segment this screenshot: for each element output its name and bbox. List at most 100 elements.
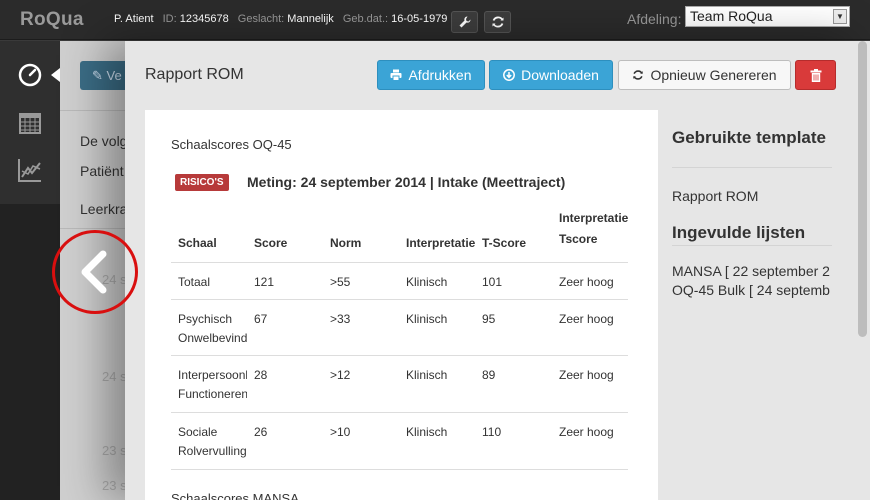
scrollbar[interactable] [858,41,867,337]
cell-tscore: 89 [475,355,552,413]
cell-text: Klinisch [406,311,448,326]
refresh-button[interactable] [484,11,511,33]
patient-dob-value: 16-05-1979 [391,13,448,25]
report-modal: Rapport ROM Afdrukken Downloaden Opnieuw… [125,41,870,500]
cell-text: Zeer hoog [559,367,614,382]
divider [60,110,130,111]
scores-table: Schaal Score Norm Interpretatie T-Score … [171,202,628,470]
column-header: Norm [323,202,399,263]
table-row: Sociale Rolvervulling 26 >10 Klinisch 11… [171,412,628,470]
table-row: Interpersoonlijk Functioneren 28 >12 Kli… [171,355,628,413]
chevron-left-icon [81,250,107,294]
delete-button[interactable] [795,60,836,90]
column-header: Schaal [171,202,247,263]
column-header: Interpretatie Tscore [552,202,628,263]
cell-text: 121 [254,274,275,289]
cell-norm: >12 [323,355,399,413]
cell-text: Totaal [178,274,211,289]
cell-scale: Totaal [171,262,247,300]
background-date: 23 s [102,478,127,493]
cell-text: Klinisch [406,424,448,439]
cell-norm: >33 [323,299,399,356]
cell-text: 95 [482,311,496,326]
cell-text: >10 [330,424,351,439]
cell-interpretation: Klinisch [399,412,475,470]
wrench-icon [459,16,471,28]
column-header: T-Score [475,202,552,263]
cell-text: >33 [330,311,351,326]
regenerate-button-label: Opnieuw Genereren [650,67,777,83]
side-nav-lower [0,204,60,500]
template-heading: Gebruikte template [672,128,826,147]
cell-tscore-interpretation: Zeer hoog [552,299,628,356]
background-text: Leerkra [80,201,128,217]
cell-text: Interpersoonlijk Functioneren [178,367,247,401]
cell-text: Sociale Rolvervulling [178,424,247,458]
cell-norm: >55 [323,262,399,300]
cell-text: 28 [254,367,268,382]
regenerate-button[interactable]: Opnieuw Genereren [618,60,791,90]
cell-tscore: 110 [475,412,552,470]
nav-item-calendar[interactable] [16,109,44,137]
cell-text: Zeer hoog [559,424,614,439]
top-bar: RoQua P. Atient ID: 12345678 Geslacht: M… [0,0,870,40]
cell-text: Zeer hoog [559,311,614,326]
background-date: 23 s [102,443,127,458]
cell-text: 26 [254,424,268,439]
cell-tscore-interpretation: Zeer hoog [552,355,628,413]
dashboard-gauge-icon [18,63,42,87]
brand-logo[interactable]: RoQua [20,9,84,31]
cell-tscore-interpretation: Zeer hoog [552,412,628,470]
patient-info: P. Atient ID: 12345678 Geslacht: Manneli… [114,13,447,25]
wrench-button[interactable] [451,11,478,33]
list-item[interactable]: OQ-45 Bulk [ 24 septemb [672,281,835,299]
template-value: Rapport ROM [672,188,759,204]
cell-scale: Interpersoonlijk Functioneren [171,355,247,413]
background-text: Patiënt [80,163,124,179]
cell-scale: Psychisch Onwelbevinden [171,299,247,356]
download-icon [503,69,516,81]
cell-norm: >10 [323,412,399,470]
cell-score: 26 [247,412,323,470]
refresh-icon [492,16,503,28]
modal-title: Rapport ROM [145,66,244,83]
column-header: Score [247,202,323,263]
divider [672,167,832,168]
side-nav [0,41,60,204]
divider [672,245,832,246]
cell-text: >12 [330,367,351,382]
cell-score: 28 [247,355,323,413]
active-indicator-icon [51,68,60,82]
patient-dob-label: Geb.dat.: [342,13,389,25]
report-document: Schaalscores OQ-45 RISICO'S Meting: 24 s… [145,110,658,500]
print-button[interactable]: Afdrukken [377,60,485,90]
cell-text: 89 [482,367,496,382]
cell-tscore-interpretation: Zeer hoog [552,262,628,300]
cell-score: 67 [247,299,323,356]
cell-score: 121 [247,262,323,300]
download-button[interactable]: Downloaden [489,60,613,90]
cell-text: >55 [330,274,351,289]
nav-item-charts[interactable] [16,156,44,184]
background-text: De volg [80,133,128,149]
printer-icon [390,69,402,81]
list-item[interactable]: MANSA [ 22 september 2 [672,262,835,280]
department-select[interactable]: Team RoQua ▼ [685,6,850,27]
lists-heading: Ingevulde lijsten [672,223,806,242]
cell-interpretation: Klinisch [399,299,475,356]
patient-gender-value: Mannelijk [287,13,334,25]
column-header: Interpretatie [399,202,475,263]
department-select-value: Team RoQua [690,8,773,24]
table-header-row: Schaal Score Norm Interpretatie T-Score … [171,202,628,263]
cell-text: Zeer hoog [559,274,614,289]
back-button[interactable] [52,230,138,314]
divider [60,228,130,229]
cell-text: Klinisch [406,367,448,382]
section-title: Schaalscores MANSA [171,491,299,500]
calendar-icon [19,113,41,134]
table-row: Psychisch Onwelbevinden 67 >33 Klinisch … [171,299,628,356]
nav-item-dashboard[interactable] [16,61,44,89]
cell-tscore: 95 [475,299,552,356]
department-label: Afdeling: [627,11,682,27]
cell-text: 67 [254,311,268,326]
